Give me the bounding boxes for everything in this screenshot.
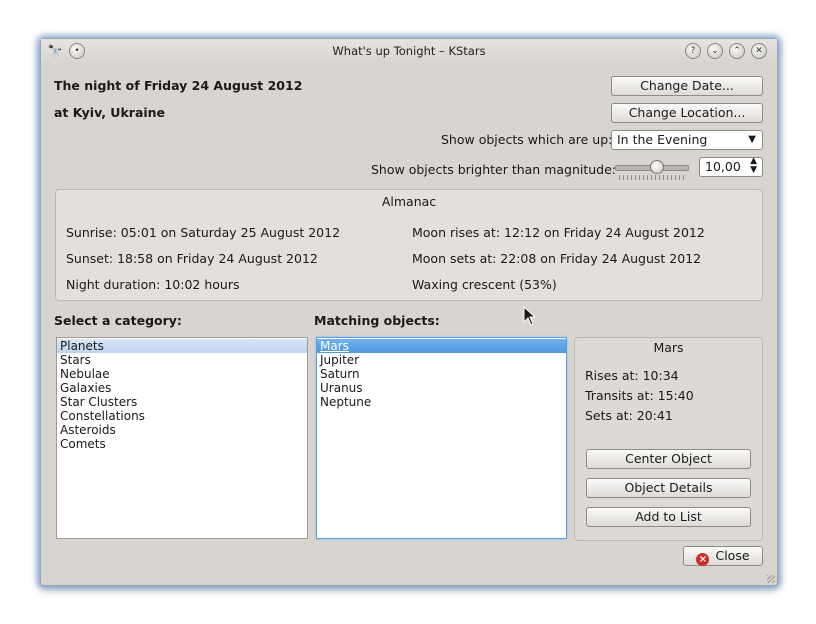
show-objects-label: Show objects which are up: bbox=[441, 132, 613, 147]
matching-label: Matching objects: bbox=[314, 313, 440, 328]
magnitude-slider[interactable] bbox=[615, 158, 689, 182]
night-label: The night of Friday 24 August 2012 bbox=[54, 78, 303, 93]
help-icon[interactable]: ? bbox=[685, 43, 701, 59]
moon-phase-text: Waxing crescent (53%) bbox=[412, 277, 557, 292]
add-to-list-button[interactable]: Add to List bbox=[586, 507, 751, 527]
object-details-button[interactable]: Object Details bbox=[586, 478, 751, 498]
whats-up-tonight-window: 🔭 • What's up Tonight – KStars ? ⌄ ⌃ ✕ T… bbox=[40, 38, 778, 586]
list-item[interactable]: Galaxies bbox=[57, 381, 307, 395]
title-bar[interactable]: 🔭 • What's up Tonight – KStars ? ⌄ ⌃ ✕ bbox=[41, 39, 777, 63]
list-item[interactable]: Nebulae bbox=[57, 367, 307, 381]
category-list[interactable]: Planets Stars Nebulae Galaxies Star Clus… bbox=[56, 337, 308, 539]
object-name: Mars bbox=[653, 340, 684, 355]
time-select[interactable]: In the Evening ▼ bbox=[611, 130, 763, 150]
list-item[interactable]: Uranus bbox=[317, 381, 566, 395]
close-icon: × bbox=[696, 553, 710, 566]
list-item[interactable]: Star Clusters bbox=[57, 395, 307, 409]
night-duration-text: Night duration: 10:02 hours bbox=[66, 277, 240, 292]
category-label: Select a category: bbox=[54, 313, 182, 328]
close-label: Close bbox=[715, 548, 750, 563]
spin-up-down-icon[interactable]: ▲ ▼ bbox=[750, 157, 757, 175]
magnitude-spinbox[interactable]: 10,00 ▲ ▼ bbox=[699, 157, 763, 177]
close-button[interactable]: × Close bbox=[683, 546, 763, 566]
time-select-value: In the Evening bbox=[617, 132, 708, 147]
list-item[interactable]: Constellations bbox=[57, 409, 307, 423]
mouse-cursor-icon bbox=[523, 306, 537, 326]
transits-text: Transits at: 15:40 bbox=[585, 388, 694, 403]
list-item[interactable]: Jupiter bbox=[317, 353, 566, 367]
rises-text: Rises at: 10:34 bbox=[585, 368, 679, 383]
matching-objects-list[interactable]: Mars Jupiter Saturn Uranus Neptune bbox=[316, 337, 567, 539]
almanac-group: Almanac Sunrise: 05:01 on Saturday 25 Au… bbox=[55, 189, 763, 301]
change-location-button[interactable]: Change Location... bbox=[611, 103, 763, 123]
list-item[interactable]: Asteroids bbox=[57, 423, 307, 437]
minimize-icon[interactable]: ⌄ bbox=[707, 43, 723, 59]
resize-grip[interactable] bbox=[767, 575, 775, 583]
slider-handle[interactable] bbox=[650, 160, 664, 174]
sets-text: Sets at: 20:41 bbox=[585, 408, 673, 423]
center-object-button[interactable]: Center Object bbox=[586, 449, 751, 469]
maximize-icon[interactable]: ⌃ bbox=[729, 43, 745, 59]
change-date-button[interactable]: Change Date... bbox=[611, 76, 763, 96]
slider-ticks bbox=[619, 175, 685, 180]
list-item[interactable]: Planets bbox=[57, 339, 307, 353]
chevron-down-icon: ▼ bbox=[748, 134, 756, 145]
moon-rises-text: Moon rises at: 12:12 on Friday 24 August… bbox=[412, 225, 705, 240]
window-title: What's up Tonight – KStars bbox=[332, 44, 486, 58]
list-item[interactable]: Mars bbox=[317, 339, 566, 353]
location-label: at Kyiv, Ukraine bbox=[54, 105, 166, 120]
sunset-text: Sunset: 18:58 on Friday 24 August 2012 bbox=[66, 251, 318, 266]
moon-sets-text: Moon sets at: 22:08 on Friday 24 August … bbox=[412, 251, 702, 266]
sunrise-text: Sunrise: 05:01 on Saturday 25 August 201… bbox=[66, 225, 341, 240]
list-item[interactable]: Comets bbox=[57, 437, 307, 451]
almanac-title: Almanac bbox=[381, 194, 437, 209]
magnitude-value: 10,00 bbox=[705, 159, 741, 174]
list-item[interactable]: Saturn bbox=[317, 367, 566, 381]
list-item[interactable]: Stars bbox=[57, 353, 307, 367]
window-close-icon[interactable]: ✕ bbox=[751, 43, 767, 59]
object-detail-panel: Mars Rises at: 10:34 Transits at: 15:40 … bbox=[574, 337, 763, 541]
magnitude-label: Show objects brighter than magnitude: bbox=[371, 162, 617, 177]
list-item[interactable]: Neptune bbox=[317, 395, 566, 409]
